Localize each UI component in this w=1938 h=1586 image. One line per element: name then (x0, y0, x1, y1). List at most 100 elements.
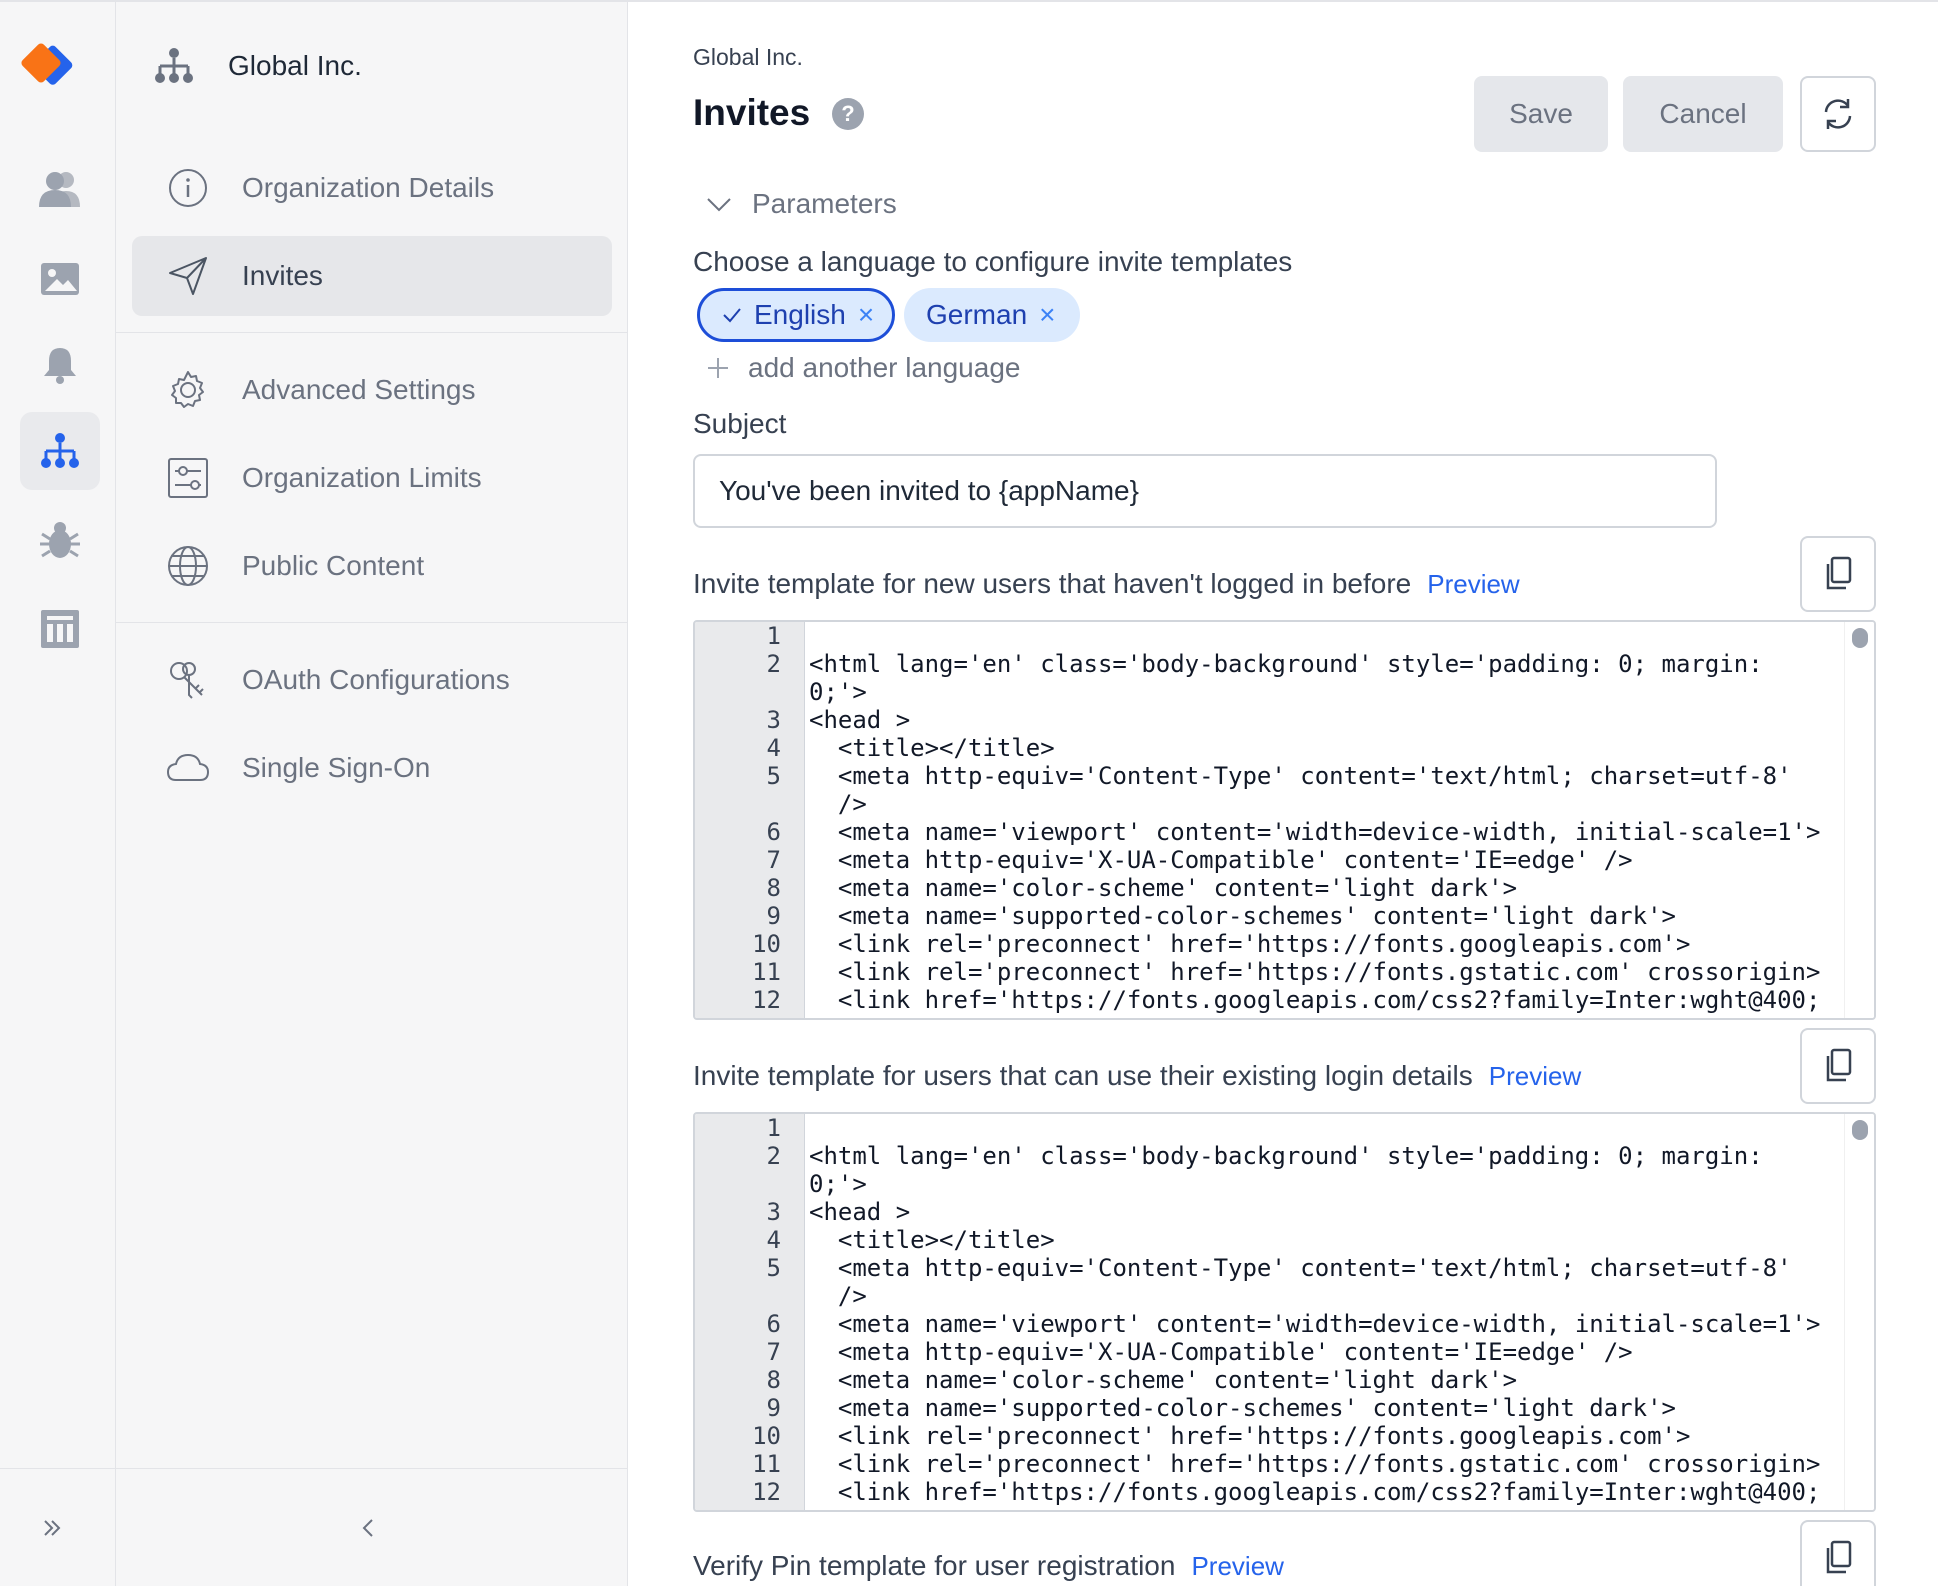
line-text: <html lang='en' class='body-background' … (809, 650, 1763, 678)
code-line: 11 <link rel='preconnect' href='https://… (695, 1450, 1845, 1478)
globe-icon (166, 544, 210, 588)
code-line: 3 <head > (695, 1198, 1845, 1226)
copy-icon (1826, 1540, 1852, 1574)
remove-language-icon[interactable]: × (858, 299, 874, 331)
nav-item-organization-details[interactable]: Organization Details (132, 148, 612, 228)
code-line: 1 (695, 1114, 1845, 1142)
rail-organization-button[interactable] (20, 412, 100, 490)
editor-scrollbar-thumb[interactable] (1852, 628, 1868, 648)
line-number: 5 (766, 1254, 781, 1282)
line-text: /> (809, 1282, 867, 1310)
rail-data-button[interactable] (20, 590, 100, 668)
line-text: <link rel='preconnect' href='https://fon… (809, 1422, 1691, 1450)
breadcrumb[interactable]: Global Inc. (693, 44, 803, 71)
nav-item-organization-limits[interactable]: Organization Limits (132, 438, 612, 518)
language-chip-english[interactable]: English × (697, 288, 895, 342)
line-text: <meta name='color-scheme' content='light… (809, 874, 1518, 902)
add-language-label: add another language (748, 352, 1021, 383)
code-line: 8 <meta name='color-scheme' content='lig… (695, 874, 1845, 902)
org-hierarchy-icon (155, 48, 193, 83)
editor-scrollbar-thumb[interactable] (1852, 1120, 1868, 1140)
line-number: 4 (766, 734, 781, 762)
sidebar-divider (116, 622, 627, 623)
preview-link[interactable]: Preview (1427, 569, 1519, 600)
line-number: 1 (766, 1114, 781, 1142)
line-text: <link rel='preconnect' href='https://fon… (809, 958, 1821, 986)
nav-item-oauth-configurations[interactable]: OAuth Configurations (132, 640, 612, 720)
table-icon (41, 610, 79, 648)
line-number: 8 (766, 874, 781, 902)
nav-item-public-content[interactable]: Public Content (132, 526, 612, 606)
save-button[interactable]: Save (1474, 76, 1608, 152)
line-text: <html lang='en' class='body-background' … (809, 1142, 1763, 1170)
app-logo[interactable] (20, 40, 86, 96)
nav-item-label: Advanced Settings (242, 374, 476, 405)
collapse-sidebar-button[interactable] (348, 1508, 388, 1548)
double-chevron-right-icon (44, 1520, 61, 1536)
line-text: <link href='https://fonts.googleapis.com… (809, 986, 1821, 1014)
line-number: 9 (766, 902, 781, 930)
code-line: 10 <link rel='preconnect' href='https://… (695, 1422, 1845, 1450)
cancel-button[interactable]: Cancel (1623, 76, 1783, 152)
copy-template-button[interactable] (1800, 1520, 1876, 1586)
nav-item-single-sign-on[interactable]: Single Sign-On (132, 728, 612, 808)
rail-media-button[interactable] (20, 238, 100, 316)
line-number: 11 (752, 958, 781, 986)
line-text: <meta name='viewport' content='width=dev… (809, 818, 1821, 846)
copy-template-button[interactable] (1800, 1028, 1876, 1104)
line-text: 0;'> (809, 1170, 867, 1198)
language-chip-german[interactable]: German × (904, 288, 1080, 342)
line-number: 1 (766, 622, 781, 650)
users-icon (39, 172, 80, 207)
rail-users-button[interactable] (20, 150, 100, 228)
template-title: Invite template for users that can use t… (693, 1060, 1473, 1091)
code-line: /> (695, 1282, 1845, 1310)
parameters-toggle[interactable]: Parameters (706, 188, 897, 220)
code-content[interactable]: 1 2 <html lang='en' class='body-background… (695, 622, 1845, 1014)
template-code-editor[interactable]: 1 2 <html lang='en' class='body-background… (693, 1112, 1876, 1512)
nav-item-label: OAuth Configurations (242, 664, 510, 695)
line-number: 10 (752, 1422, 781, 1450)
nav-item-label: Single Sign-On (242, 752, 431, 783)
remove-language-icon[interactable]: × (1039, 299, 1055, 331)
org-header: Global Inc. (152, 46, 362, 86)
line-number: 12 (752, 986, 781, 1014)
line-number: 8 (766, 1366, 781, 1394)
refresh-button[interactable] (1800, 76, 1876, 152)
language-chip-label: English (754, 299, 846, 330)
code-line: 12 <link href='https://fonts.googleapis.… (695, 1478, 1845, 1506)
preview-link[interactable]: Preview (1191, 1551, 1283, 1582)
line-text: <meta name='viewport' content='width=dev… (809, 1310, 1821, 1338)
line-number (695, 1282, 781, 1310)
preview-link[interactable]: Preview (1489, 1061, 1581, 1092)
editor-scrollbar-track[interactable] (1844, 1114, 1874, 1510)
code-line: /> (695, 790, 1845, 818)
line-number (695, 678, 781, 706)
expand-rail-button[interactable] (32, 1508, 72, 1548)
line-text: 0;'> (809, 678, 867, 706)
line-text: <head > (809, 1198, 911, 1226)
line-number: 6 (766, 818, 781, 846)
line-number: 5 (766, 762, 781, 790)
nav-item-advanced-settings[interactable]: Advanced Settings (132, 350, 612, 430)
line-text (781, 622, 1821, 650)
language-chip-label: German (926, 299, 1028, 330)
code-line: 5 <meta http-equiv='Content-Type' conten… (695, 762, 1845, 790)
rail-debug-button[interactable] (20, 502, 100, 580)
send-icon (166, 254, 210, 298)
code-content[interactable]: 1 2 <html lang='en' class='body-background… (695, 1114, 1845, 1506)
cloud-icon (166, 746, 210, 790)
template-code-editor[interactable]: 1 2 <html lang='en' class='body-background… (693, 620, 1876, 1020)
parameters-label: Parameters (752, 188, 897, 219)
subject-input[interactable] (693, 454, 1717, 528)
editor-scrollbar-track[interactable] (1844, 622, 1874, 1018)
copy-template-button[interactable] (1800, 536, 1876, 612)
rail-notifications-button[interactable] (20, 326, 100, 404)
add-language-button[interactable]: add another language (706, 352, 1020, 384)
bell-icon (44, 348, 76, 384)
line-text: <meta name='color-scheme' content='light… (809, 1366, 1518, 1394)
code-line: 11 <link rel='preconnect' href='https://… (695, 958, 1845, 986)
help-icon[interactable]: ? (832, 98, 864, 130)
nav-item-invites[interactable]: Invites (132, 236, 612, 316)
line-text: <meta name='supported-color-schemes' con… (809, 1394, 1676, 1422)
